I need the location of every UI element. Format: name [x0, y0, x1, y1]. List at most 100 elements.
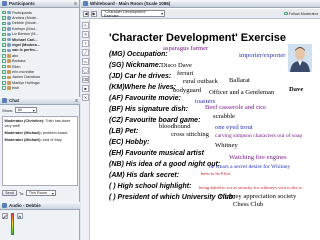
- checkbox-icon[interactable]: ✓: [2, 16, 6, 20]
- checkbox-icon[interactable]: [2, 64, 6, 69]
- chat-message: Moderator (Michael): problem board: [4, 130, 68, 135]
- send-button[interactable]: Send: [2, 190, 17, 196]
- answer-text: Watching fire engines: [229, 154, 287, 161]
- panel-menu-icon[interactable]: ≡: [75, 98, 78, 104]
- checkbox-icon[interactable]: ✓: [284, 12, 288, 16]
- pen-tool-icon[interactable]: ✎: [82, 31, 89, 38]
- question: (LB) Pet:: [109, 128, 139, 135]
- microphone-button[interactable]: 🎤: [2, 213, 8, 219]
- question: (MG) Occupation:: [109, 51, 168, 58]
- follow-moderator-toggle[interactable]: ✓ Follow Moderator: [284, 12, 318, 16]
- chat-message: Moderator (Christine): Trish has done ve…: [4, 118, 71, 128]
- recipient-select[interactable]: This Room ▾: [26, 190, 57, 196]
- participants-title: Participants: [9, 1, 35, 6]
- chevron-down-icon: ▾: [51, 191, 54, 196]
- answer-text: Officer and a Gentleman: [209, 89, 275, 96]
- chat-controls: Show: All ▾: [2, 106, 78, 114]
- answer-text: rural outback: [183, 78, 218, 85]
- user-icon: [7, 59, 11, 63]
- drawing-tools: ↖ ✎ T ╱ ▭ ◯ ⌫ ■ ✕: [81, 20, 90, 240]
- answer-text: being asked to act as security for whitn…: [199, 185, 303, 190]
- microphone-icon: [7, 21, 11, 26]
- microphone-icon: [7, 37, 11, 42]
- clear-tool-icon[interactable]: ✕: [82, 94, 89, 101]
- pointer-tool-icon[interactable]: ↖: [82, 22, 89, 29]
- chevron-down-icon: ▾: [32, 108, 35, 113]
- checkbox-icon[interactable]: ✓: [2, 43, 6, 47]
- checkbox-icon[interactable]: [2, 81, 6, 85]
- audio-panel-header[interactable]: Audio - Debbie: [0, 202, 80, 210]
- checkbox-icon[interactable]: ✓: [2, 38, 6, 42]
- microphone-icon: [7, 27, 11, 31]
- answer-text: he wears a secret desire for Whitney: [209, 164, 291, 170]
- answer-text: Whitney: [215, 142, 238, 149]
- question: (NB) His idea of a good night out:: [109, 161, 221, 168]
- page-selector[interactable]: "Character Development" Exercise ▾: [101, 10, 165, 18]
- checkbox-icon[interactable]: ✓: [2, 27, 6, 31]
- to-label: To:: [18, 190, 25, 196]
- question: ( ) President of which University Club:: [109, 194, 236, 201]
- question: (EC) Hobby:: [109, 139, 150, 146]
- answer-text: Chess Club: [233, 201, 264, 208]
- line-tool-icon[interactable]: ╱: [82, 49, 89, 56]
- answer-text: scrabble: [213, 113, 235, 120]
- participants-icon: [2, 1, 7, 6]
- question: (AM) His dark secret:: [109, 172, 180, 179]
- answer-text: bloodhound: [159, 123, 191, 130]
- participant-row[interactable]: trish: [2, 85, 78, 90]
- group-icon: [7, 10, 11, 15]
- answer-text: Whitney appreciation society: [219, 193, 297, 200]
- question: (EH) Favourite musical artist: [109, 150, 204, 157]
- user-icon: [7, 81, 11, 85]
- microphone-icon: [7, 16, 11, 20]
- show-select[interactable]: All ▾: [15, 107, 38, 113]
- user-icon: [7, 70, 11, 74]
- participants-panel-header[interactable]: Participants ≡: [0, 0, 79, 8]
- answer-text: been to be Elvis: [201, 171, 231, 176]
- rectangle-tool-icon[interactable]: ▭: [82, 58, 89, 65]
- text-tool-icon[interactable]: T: [82, 40, 89, 47]
- eraser-tool-icon[interactable]: ⌫: [82, 76, 89, 83]
- answer-text: bodyguard: [173, 87, 202, 94]
- answer-text: one eyed trout: [215, 124, 253, 131]
- question: (KM)Where he lives:: [109, 84, 176, 91]
- speaker-button[interactable]: 🔈: [17, 213, 23, 219]
- chat-panel-header[interactable]: Chat ≡: [0, 97, 80, 105]
- checkbox-icon[interactable]: [2, 59, 6, 63]
- checkbox-icon[interactable]: ✓: [2, 11, 6, 15]
- answer-text: carving simpson characters out of soap: [215, 133, 303, 139]
- chat-icon: [2, 98, 7, 103]
- panel-menu-icon[interactable]: ≡: [74, 1, 77, 7]
- checkbox-icon[interactable]: [2, 75, 6, 80]
- show-label: Show:: [2, 107, 14, 113]
- checkbox-icon[interactable]: ✓: [2, 32, 6, 36]
- answer-text: importer/exporter: [239, 52, 286, 59]
- ellipse-tool-icon[interactable]: ◯: [82, 67, 89, 74]
- checkbox-icon[interactable]: [2, 70, 6, 74]
- whiteboard-header: Whiteboard - Main Room (Scale 1086): [81, 0, 320, 8]
- checkbox-icon[interactable]: [2, 54, 6, 58]
- participants-list: ✓ Participants ✓ Andrea (Mode... ✓ Debbie (…: [0, 9, 80, 94]
- answer-text: cross stitching: [171, 131, 209, 138]
- checkbox-icon[interactable]: [2, 86, 6, 90]
- answer-text: Beef casserole and rice: [205, 104, 266, 111]
- question: (AF) Favourite movie:: [109, 95, 181, 102]
- answer-text: Ballarat: [229, 77, 250, 84]
- question: (JD) Car he drives:: [109, 73, 172, 80]
- chevron-down-icon: ▾: [161, 12, 163, 16]
- chat-log[interactable]: Moderator (Christine): Trish has done ve…: [2, 116, 78, 186]
- microphone-icon: [7, 43, 11, 47]
- user-icon: [7, 64, 11, 69]
- answer-text: asparagus farmer: [163, 45, 209, 52]
- checkbox-icon[interactable]: ✓: [2, 49, 6, 53]
- color-picker-icon[interactable]: ■: [82, 85, 89, 92]
- whiteboard-icon: [83, 1, 88, 6]
- microphone-icon: [7, 48, 11, 53]
- previous-page-icon[interactable]: ◀: [83, 10, 89, 17]
- checkbox-icon[interactable]: ✓: [2, 22, 6, 26]
- left-panel: Participants ≡ ✓ Participants ✓ Andrea (Mo…: [0, 0, 80, 240]
- user-icon: [7, 54, 11, 58]
- question: (BF) His signature dish:: [109, 106, 188, 113]
- next-page-icon[interactable]: ▶: [91, 10, 97, 17]
- slide-canvas[interactable]: 'Character Development' Exercise (MG) Oc…: [91, 20, 320, 240]
